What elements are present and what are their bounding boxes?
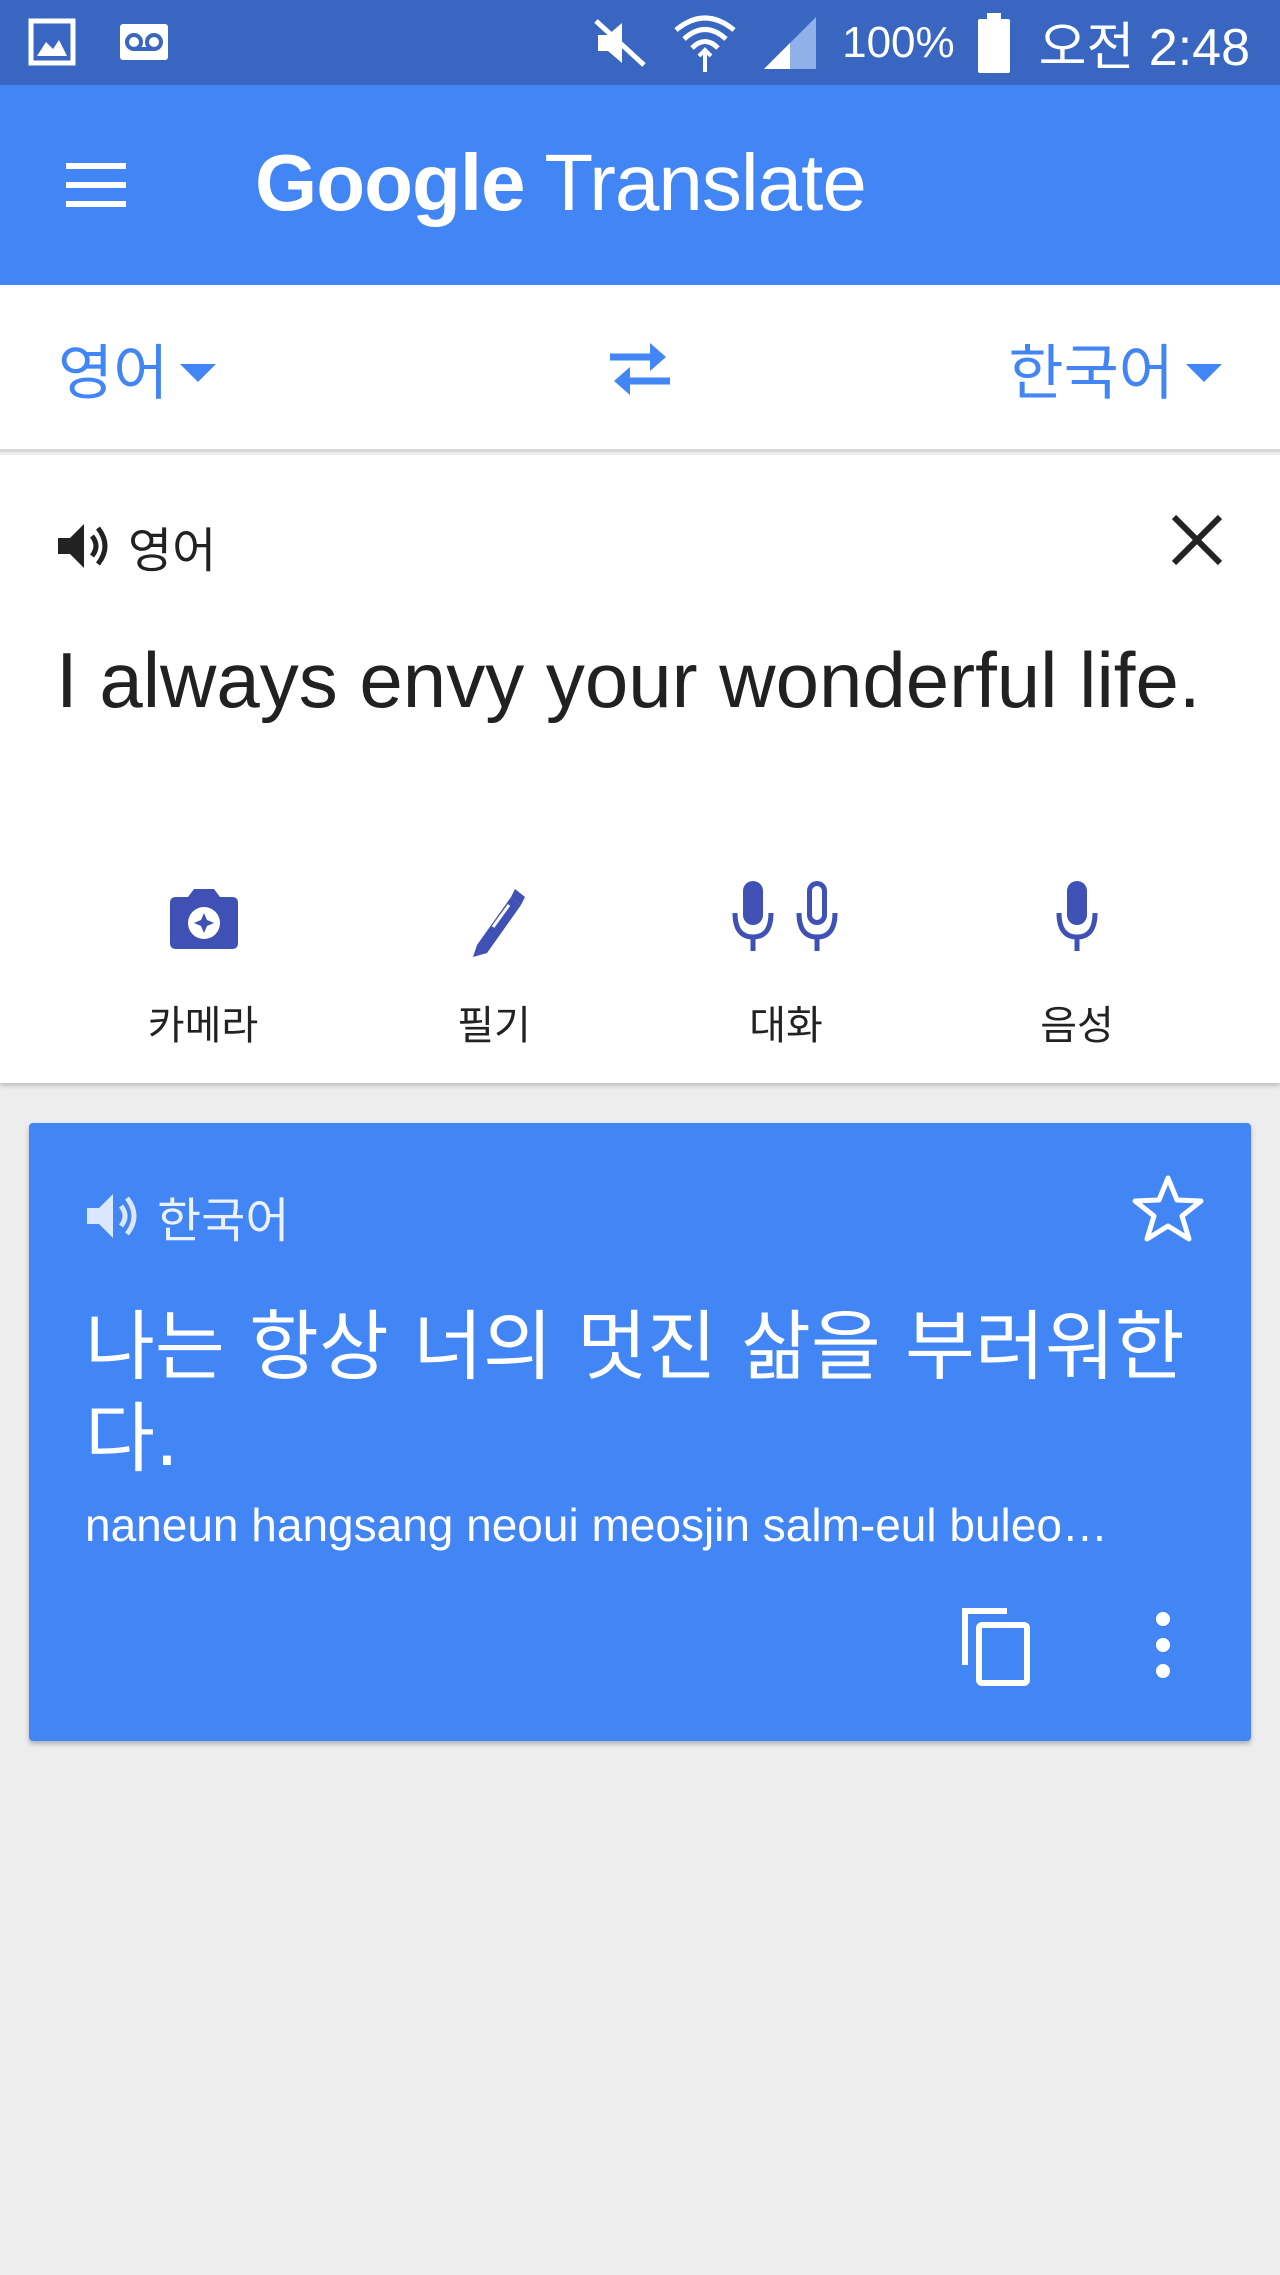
target-language-label: 한국어 bbox=[1008, 339, 1174, 409]
conversation-icon bbox=[732, 881, 838, 951]
voicemail-icon bbox=[120, 24, 168, 60]
speaker-icon[interactable] bbox=[85, 1190, 141, 1242]
result-language-row: 한국어 bbox=[85, 1181, 289, 1251]
source-language-label: 영어 bbox=[58, 339, 169, 409]
voice-button[interactable]: 음성 bbox=[977, 875, 1177, 1075]
handwriting-button[interactable]: 필기 bbox=[394, 875, 594, 1075]
voice-label: 음성 bbox=[1040, 1003, 1114, 1049]
status-bar: 100% 오전 2:48 bbox=[0, 0, 1280, 85]
wifi-icon bbox=[674, 15, 736, 72]
chevron-down-icon bbox=[180, 363, 217, 382]
camera-button[interactable]: 카메라 bbox=[103, 875, 303, 1075]
gallery-icon bbox=[28, 18, 76, 66]
app-title-translate: Translate bbox=[524, 138, 867, 227]
translated-text: 나는 항상 너의 멋진 삶을 부러워한다. bbox=[85, 1302, 1185, 1483]
signal-icon bbox=[764, 16, 817, 69]
translation-result-card[interactable]: 한국어 나는 항상 너의 멋진 삶을 부러워한다. naneun hangsan… bbox=[29, 1123, 1251, 1741]
source-language-dropdown[interactable]: 영어 bbox=[58, 285, 217, 452]
close-icon[interactable] bbox=[1170, 513, 1224, 567]
conversation-button[interactable]: 대화 bbox=[686, 875, 886, 1075]
app-title-google: Google bbox=[255, 138, 526, 227]
input-language-row: 영어 bbox=[56, 511, 216, 581]
handwriting-label: 필기 bbox=[457, 1003, 531, 1049]
swap-icon[interactable] bbox=[604, 335, 676, 401]
conversation-label: 대화 bbox=[749, 1003, 823, 1049]
speaker-icon[interactable] bbox=[56, 520, 112, 572]
input-language-label: 영어 bbox=[128, 523, 217, 579]
camera-icon bbox=[170, 889, 238, 949]
battery-icon bbox=[977, 12, 1010, 73]
result-language-label: 한국어 bbox=[157, 1193, 290, 1249]
input-card: 영어 I always envy your wonderful life. 카메… bbox=[0, 455, 1280, 1083]
microphone-icon bbox=[1056, 881, 1098, 951]
source-text-input[interactable]: I always envy your wonderful life. bbox=[56, 635, 1236, 726]
star-icon[interactable] bbox=[1131, 1173, 1205, 1245]
romanization-text: naneun hangsang neoui meosjin salm-eul b… bbox=[85, 1499, 1108, 1551]
copy-icon[interactable] bbox=[957, 1603, 1037, 1687]
app-title: Google Translate bbox=[255, 137, 867, 229]
chevron-down-icon bbox=[1186, 363, 1222, 382]
mute-icon bbox=[594, 18, 646, 67]
menu-icon[interactable] bbox=[60, 153, 132, 217]
battery-percentage: 100% bbox=[842, 17, 955, 67]
more-options-icon[interactable] bbox=[1151, 1611, 1175, 1679]
camera-label: 카메라 bbox=[147, 1003, 259, 1049]
app-bar: Google Translate bbox=[0, 85, 1280, 285]
target-language-dropdown[interactable]: 한국어 bbox=[1008, 285, 1222, 452]
input-tools: 카메라 필기 대화 음성 bbox=[0, 875, 1280, 1075]
handwriting-icon bbox=[473, 889, 525, 957]
clock: 오전 2:48 bbox=[1038, 19, 1250, 77]
language-selector: 영어 한국어 bbox=[0, 285, 1280, 452]
